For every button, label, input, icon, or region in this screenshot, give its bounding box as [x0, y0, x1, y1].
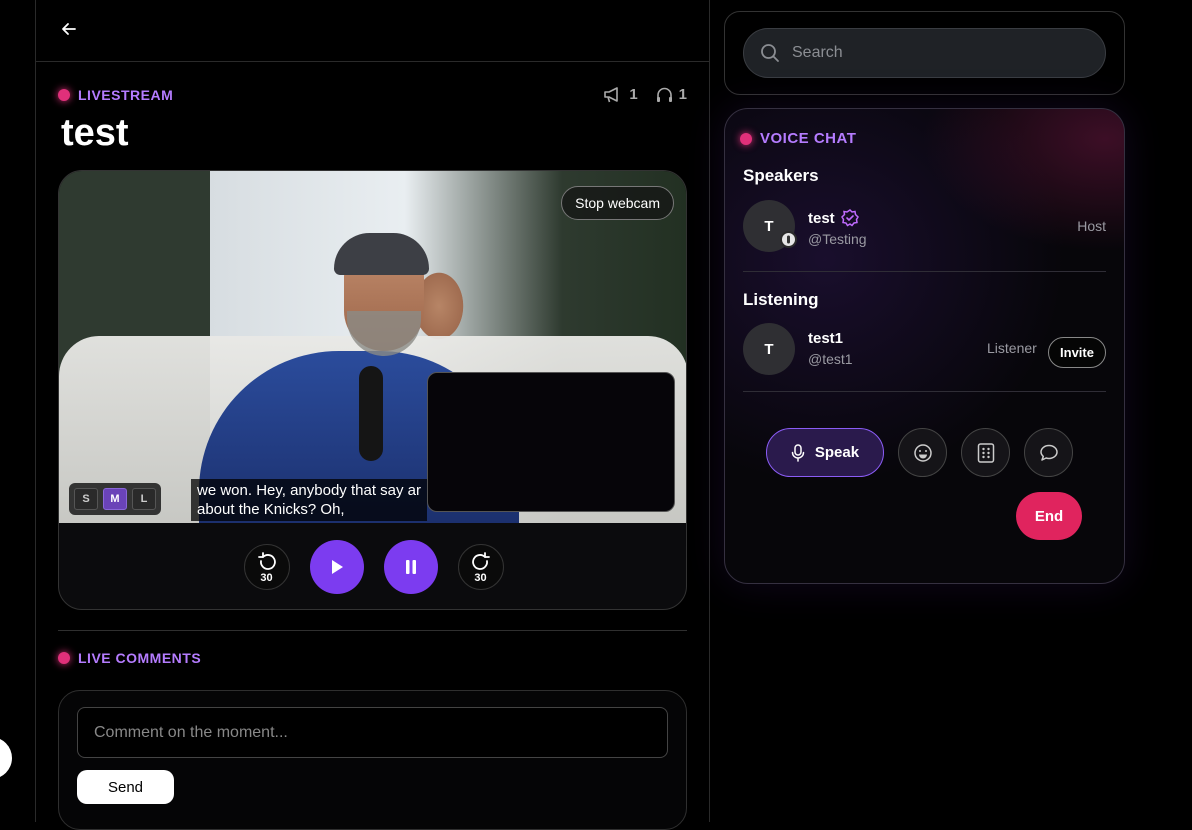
pause-icon — [405, 560, 416, 574]
live-comments-label: LIVE COMMENTS — [58, 650, 201, 666]
chat-button[interactable] — [1024, 428, 1073, 477]
voice-dot — [740, 132, 752, 145]
listener-handle: @test1 — [808, 351, 853, 367]
speaker-name-row: test — [808, 209, 859, 227]
captions: we won. Hey, anybody that say ar about t… — [191, 479, 428, 521]
muted-badge — [780, 231, 797, 248]
forward-seconds: 30 — [474, 572, 487, 584]
speaker-name: test — [808, 209, 835, 227]
search-input[interactable] — [790, 43, 1084, 63]
listener-name: test1 — [808, 330, 844, 347]
stream-title: test — [61, 112, 129, 154]
comment-input[interactable] — [77, 707, 668, 758]
live-dot — [58, 89, 70, 101]
voice-chat-label-text: VOICE CHAT — [760, 130, 857, 147]
mic-off-icon — [787, 235, 790, 244]
floating-action-button[interactable] — [0, 737, 12, 779]
rewind-30-button[interactable]: 30 — [243, 544, 290, 590]
back-arrow-icon — [62, 23, 76, 35]
emoji-icon — [913, 443, 932, 462]
speaker-role: Host — [1077, 218, 1106, 234]
rewind-seconds: 30 — [260, 572, 273, 584]
video-player: Stop webcam S M L we won. Hey, anybody t… — [58, 170, 687, 610]
voice-divider — [743, 271, 1106, 272]
end-button[interactable]: End — [1016, 492, 1082, 540]
play-button[interactable] — [309, 540, 364, 594]
caption-size-s[interactable]: S — [74, 488, 98, 510]
caption-line-1: we won. Hey, anybody that say ar — [197, 482, 422, 499]
speakers-heading: Speakers — [743, 166, 819, 185]
caption-line-2: about the Knicks? Oh, — [197, 501, 345, 518]
grid-icon — [977, 442, 994, 463]
listener-count: 1 — [678, 86, 687, 103]
send-button[interactable]: Send — [77, 770, 174, 804]
speaker-handle: @Testing — [808, 231, 867, 247]
listening-heading: Listening — [743, 290, 819, 309]
comments-dot — [58, 652, 70, 664]
emoji-button[interactable] — [898, 428, 947, 477]
livestream-label: LIVESTREAM — [58, 87, 173, 103]
pause-button[interactable] — [383, 540, 438, 594]
play-icon — [331, 560, 343, 574]
mic-icon — [791, 443, 805, 462]
video-frame[interactable]: Stop webcam S M L we won. Hey, anybody t… — [59, 171, 686, 523]
search-icon — [761, 44, 779, 62]
forward-icon — [471, 552, 490, 570]
listener-role: Listener — [987, 340, 1037, 356]
rewind-icon — [257, 552, 276, 570]
speak-label: Speak — [814, 444, 860, 461]
webcam-preview[interactable] — [427, 372, 675, 512]
voice-chat-label: VOICE CHAT — [740, 130, 856, 147]
grid-button[interactable] — [961, 428, 1010, 477]
megaphone-icon — [604, 87, 619, 103]
chat-bubble-icon — [1039, 444, 1058, 461]
forward-30-button[interactable]: 30 — [457, 544, 504, 590]
listener-stat: 1 — [656, 86, 687, 103]
back-button[interactable] — [58, 18, 80, 40]
caption-size-m[interactable]: M — [103, 488, 127, 510]
avatar[interactable]: T — [743, 323, 795, 375]
headphones-icon — [656, 87, 672, 102]
speak-button[interactable]: Speak — [766, 428, 884, 477]
stream-stats: 1 1 — [603, 86, 687, 103]
section-divider — [58, 630, 687, 631]
stop-webcam-button[interactable]: Stop webcam — [561, 186, 674, 220]
video-scene-mic — [359, 366, 383, 461]
verified-icon — [840, 209, 859, 227]
search-bar[interactable] — [743, 28, 1106, 78]
announcer-stat: 1 — [603, 86, 638, 103]
caption-size-l[interactable]: L — [132, 488, 156, 510]
top-bar — [36, 0, 709, 62]
announcer-count: 1 — [629, 86, 638, 103]
video-scene-cap — [334, 233, 429, 275]
voice-divider — [743, 391, 1106, 392]
livestream-label-text: LIVESTREAM — [78, 87, 174, 103]
live-comments-label-text: LIVE COMMENTS — [78, 650, 202, 666]
caption-size-selector: S M L — [69, 483, 161, 515]
playback-controls: 30 30 — [59, 523, 686, 609]
invite-button[interactable]: Invite — [1048, 337, 1106, 368]
